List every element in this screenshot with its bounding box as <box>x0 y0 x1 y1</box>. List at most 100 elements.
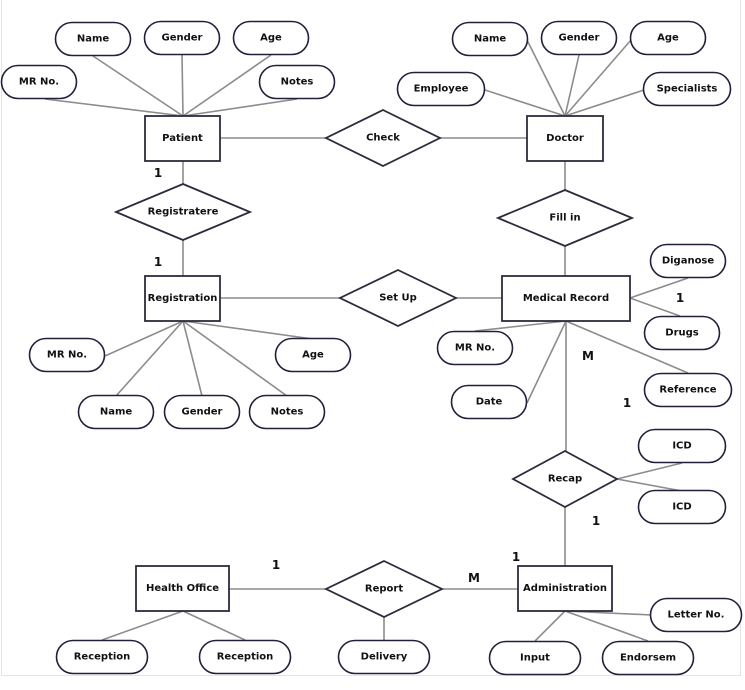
attribute-p-mrno[interactable]: MR No. <box>0 64 78 100</box>
connector-medical_record-m_date <box>526 320 567 404</box>
connector-health_office-h_reception1 <box>101 610 184 641</box>
attribute-a-letter[interactable]: Letter No. <box>649 597 743 633</box>
attribute-p-gender[interactable]: Gender <box>143 20 221 56</box>
attribute-p-name[interactable]: Name <box>54 21 132 57</box>
relationship-label: Set Up <box>379 293 417 304</box>
attribute-label: Name <box>474 34 507 45</box>
attribute-h-reception1[interactable]: Reception <box>55 639 149 675</box>
connector-registration-r_name <box>115 320 184 397</box>
relationship-check[interactable]: Check <box>323 108 443 168</box>
attribute-label: Drugs <box>665 328 699 339</box>
entity-label: Health Office <box>146 583 219 594</box>
attribute-label: Gender <box>559 33 600 44</box>
attribute-r-age[interactable]: Age <box>274 337 352 373</box>
attribute-label: Reception <box>217 652 274 663</box>
attribute-label: Reception <box>74 652 131 663</box>
relationship-fill-in[interactable]: Fill in <box>495 189 635 247</box>
relationship-label: Recap <box>548 474 582 485</box>
attribute-label: Name <box>100 407 133 418</box>
connector-doctor-d_employee <box>484 89 566 117</box>
attribute-d-specialists[interactable]: Specialists <box>642 71 732 107</box>
connector-patient-p_notes <box>182 98 298 117</box>
relationship-recap[interactable]: Recap <box>511 449 619 509</box>
attribute-label: Age <box>260 33 282 44</box>
attribute-label: ICD <box>672 441 691 452</box>
connector-administration-a_input <box>534 610 566 642</box>
entity-medical-record[interactable]: Medical Record <box>501 275 631 322</box>
entity-administration[interactable]: Administration <box>517 565 613 612</box>
relationship-set-up[interactable]: Set Up <box>337 269 459 327</box>
attribute-label: MR No. <box>47 350 87 361</box>
connector-patient-p_age <box>182 54 272 117</box>
attribute-r-mrno[interactable]: MR No. <box>28 337 106 373</box>
cardinality-medical-record-diganose: 1 <box>676 291 684 305</box>
entity-label: Registration <box>148 293 218 304</box>
connector-health_office-h_reception2 <box>182 610 246 641</box>
attribute-label: Input <box>520 653 550 664</box>
attribute-d-name[interactable]: Name <box>451 21 529 57</box>
attribute-label: ICD <box>672 502 691 513</box>
entity-patient[interactable]: Patient <box>144 115 221 162</box>
attribute-label: MR No. <box>19 77 59 88</box>
connector-medical_record-m_mrno <box>474 320 567 332</box>
attribute-label: Age <box>657 33 679 44</box>
attribute-label: Date <box>476 397 503 408</box>
relationship-label: Check <box>366 133 400 144</box>
attribute-r-notes[interactable]: Notes <box>248 394 326 430</box>
attribute-label: Employee <box>414 84 469 95</box>
attribute-m-date[interactable]: Date <box>450 384 528 420</box>
relationship-report[interactable]: Report <box>323 560 445 618</box>
connector-patient-p_gender <box>181 54 184 117</box>
attribute-label: Notes <box>271 407 304 418</box>
connector-registration-r_mrno <box>104 320 184 357</box>
relationship-label: Report <box>365 584 403 595</box>
connector-registration-r_age <box>182 320 314 340</box>
entity-label: Patient <box>162 133 203 144</box>
attribute-label: Delivery <box>361 652 408 663</box>
attribute-label: Diganose <box>662 256 715 267</box>
attribute-rc-icd1[interactable]: ICD <box>637 428 727 464</box>
attribute-d-age[interactable]: Age <box>629 20 707 56</box>
entity-label: Administration <box>523 583 607 594</box>
attribute-a-input[interactable]: Input <box>488 640 582 676</box>
cardinality-registratere-registration: 1 <box>154 255 162 269</box>
relationship-label: Registratere <box>148 207 219 218</box>
attribute-m-drugs[interactable]: Drugs <box>643 315 721 351</box>
attribute-label: Notes <box>281 77 314 88</box>
attribute-p-notes[interactable]: Notes <box>258 64 336 100</box>
entity-label: Medical Record <box>523 293 609 304</box>
attribute-r-name[interactable]: Name <box>77 394 155 430</box>
attribute-d-gender[interactable]: Gender <box>540 20 618 56</box>
attribute-rc-icd2[interactable]: ICD <box>637 489 727 525</box>
entity-registration[interactable]: Registration <box>144 275 221 322</box>
attribute-d-employee[interactable]: Employee <box>396 71 486 107</box>
attribute-m-mrno[interactable]: MR No. <box>436 330 514 366</box>
attribute-p-age[interactable]: Age <box>232 20 310 56</box>
relationship-registratere[interactable]: Registratere <box>113 183 253 241</box>
attribute-a-endorsem[interactable]: Endorsem <box>601 640 695 676</box>
attribute-label: Endorsem <box>620 653 676 664</box>
connector-recap-rc_icd2 <box>616 478 683 492</box>
attribute-r-gender[interactable]: Gender <box>163 394 241 430</box>
attribute-label: Specialists <box>657 84 718 95</box>
attribute-rp-delivery[interactable]: Delivery <box>337 639 431 675</box>
entity-doctor[interactable]: Doctor <box>526 115 604 162</box>
attribute-label: Letter No. <box>668 610 725 621</box>
cardinality-medical-record-reference: 1 <box>623 396 631 410</box>
entity-health-office[interactable]: Health Office <box>135 565 230 612</box>
er-diagram-canvas: Patient Doctor Registration Medical Record H… <box>0 0 743 676</box>
cardinality-recap-administration: 1 <box>592 514 600 528</box>
cardinality-report-administration: M <box>468 571 480 585</box>
attribute-h-reception2[interactable]: Reception <box>198 639 292 675</box>
attribute-m-reference[interactable]: Reference <box>643 372 733 408</box>
attribute-label: Name <box>77 34 110 45</box>
relationship-label: Fill in <box>549 213 580 224</box>
attribute-label: Gender <box>182 407 223 418</box>
attribute-label: Reference <box>659 385 716 396</box>
attribute-m-diganose[interactable]: Diganose <box>649 243 727 279</box>
entity-label: Doctor <box>546 133 584 144</box>
connector-medical_record-m_drugs <box>629 297 681 317</box>
cardinality-health-office-report: 1 <box>272 558 280 572</box>
cardinality-patient-registratere: 1 <box>154 166 162 180</box>
cardinality-medical-record-recap: M <box>582 349 594 363</box>
